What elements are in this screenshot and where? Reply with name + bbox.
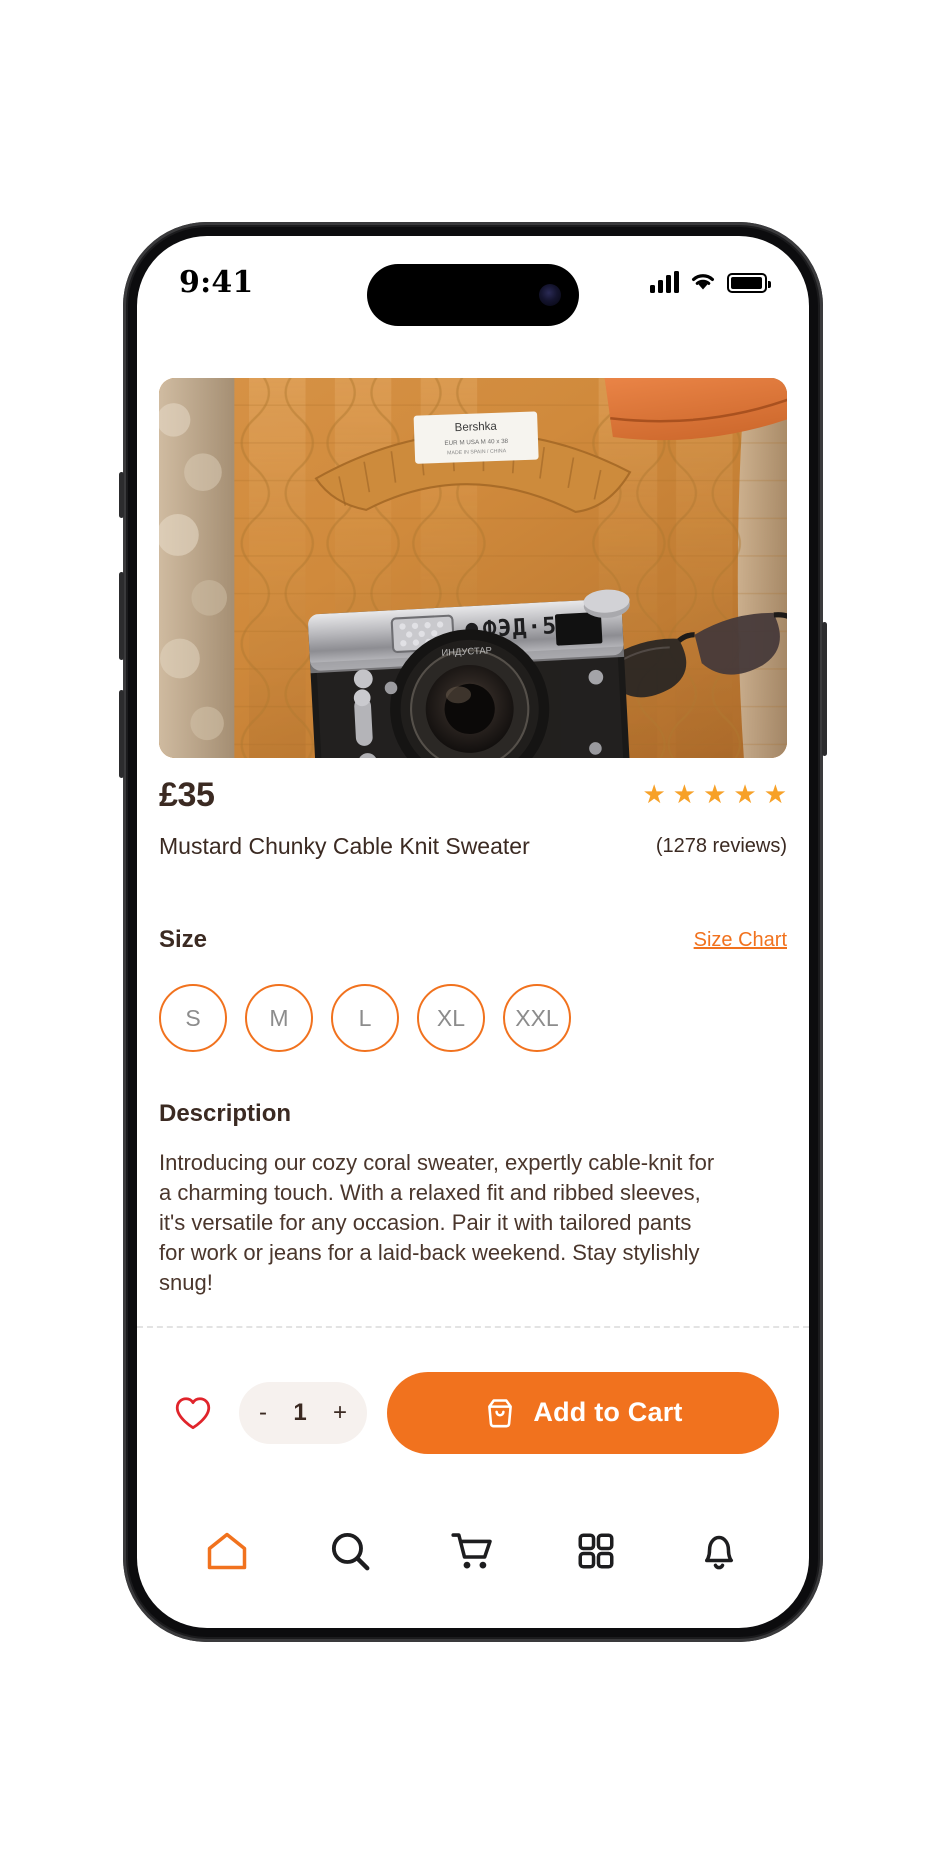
- search-icon: [331, 1532, 370, 1571]
- nav-item-categories[interactable]: [564, 1519, 628, 1583]
- nav-item-cart[interactable]: [441, 1519, 505, 1583]
- quantity-decrement-button[interactable]: -: [259, 1399, 267, 1427]
- nav-item-notifications[interactable]: [687, 1519, 751, 1583]
- quantity-increment-button[interactable]: +: [333, 1399, 347, 1427]
- status-icons: [650, 271, 771, 293]
- review-count[interactable]: (1278 reviews): [656, 835, 787, 858]
- quantity-value: 1: [293, 1398, 307, 1426]
- home-icon: [207, 1532, 246, 1570]
- nav-item-search[interactable]: [318, 1519, 382, 1583]
- grid-icon: [578, 1533, 614, 1569]
- description-title: Description: [159, 1100, 292, 1127]
- front-camera-icon: [539, 284, 561, 306]
- volume-down-button[interactable]: [119, 690, 124, 778]
- product-price: £35: [159, 776, 215, 814]
- product-image[interactable]: Bershka EUR M USA M 40 x 38 MADE IN SPAI…: [159, 378, 787, 758]
- size-option-xxl[interactable]: XXL: [503, 984, 571, 1052]
- nav-item-home[interactable]: [195, 1519, 259, 1583]
- size-option-s[interactable]: S: [159, 984, 227, 1052]
- heart-icon: [175, 1396, 211, 1429]
- star-icon: ★: [672, 779, 697, 809]
- status-bar: 9:41: [137, 236, 809, 328]
- price-and-rating-row: £35 ★ ★ ★ ★ ★: [137, 758, 809, 815]
- product-photo-illustration: Bershka EUR M USA M 40 x 38 MADE IN SPAI…: [159, 378, 787, 758]
- svg-text:Bershka: Bershka: [454, 421, 497, 434]
- size-label: Size: [159, 926, 208, 953]
- product-detail-content: Bershka EUR M USA M 40 x 38 MADE IN SPAI…: [137, 328, 809, 1628]
- product-title: Mustard Chunky Cable Knit Sweater: [159, 833, 530, 859]
- description-section: Description Introducing our cozy coral s…: [137, 1052, 809, 1298]
- wifi-icon: [692, 274, 714, 290]
- bell-icon: [705, 1535, 734, 1570]
- star-icon: ★: [642, 779, 666, 809]
- size-chart-link[interactable]: Size Chart: [694, 929, 787, 952]
- phone-screen: 9:41 Bershka EUR M USA M 40 x 38 MADE IN…: [137, 236, 809, 1628]
- wishlist-button[interactable]: [167, 1387, 219, 1439]
- add-to-cart-button[interactable]: Add to Cart: [387, 1371, 779, 1454]
- add-to-cart-label: Add to Cart: [533, 1397, 683, 1428]
- rating-stars: ★ ★ ★ ★ ★: [642, 781, 787, 807]
- silent-switch[interactable]: [119, 472, 124, 518]
- star-icon: ★: [763, 779, 787, 809]
- status-time: 9:41: [179, 264, 254, 300]
- battery-icon: [727, 273, 771, 293]
- star-icon: ★: [703, 779, 727, 809]
- phone-frame: 9:41 Bershka EUR M USA M 40 x 38 MADE IN…: [119, 222, 827, 1642]
- cellular-signal-icon: [650, 271, 679, 293]
- size-option-m[interactable]: M: [245, 984, 313, 1052]
- star-icon: ★: [733, 779, 757, 809]
- size-option-l[interactable]: L: [331, 984, 399, 1052]
- size-section-header: Size Size Chart: [137, 860, 809, 954]
- quantity-stepper[interactable]: - 1 +: [239, 1381, 367, 1444]
- power-button[interactable]: [822, 622, 827, 756]
- size-option-xl[interactable]: XL: [417, 984, 485, 1052]
- size-options: S M L XL XXL: [137, 954, 809, 1052]
- dynamic-island: [367, 264, 579, 326]
- shopping-cart-icon: [451, 1533, 492, 1569]
- description-text: Introducing our cozy coral sweater, expe…: [159, 1150, 715, 1295]
- action-bar: - 1 + Add to Cart: [137, 1328, 809, 1454]
- title-and-reviews-row: Mustard Chunky Cable Knit Sweater (1278 …: [137, 815, 809, 860]
- shopping-bag-icon: [488, 1398, 513, 1427]
- bottom-navigation: [137, 1496, 809, 1628]
- volume-up-button[interactable]: [119, 572, 124, 660]
